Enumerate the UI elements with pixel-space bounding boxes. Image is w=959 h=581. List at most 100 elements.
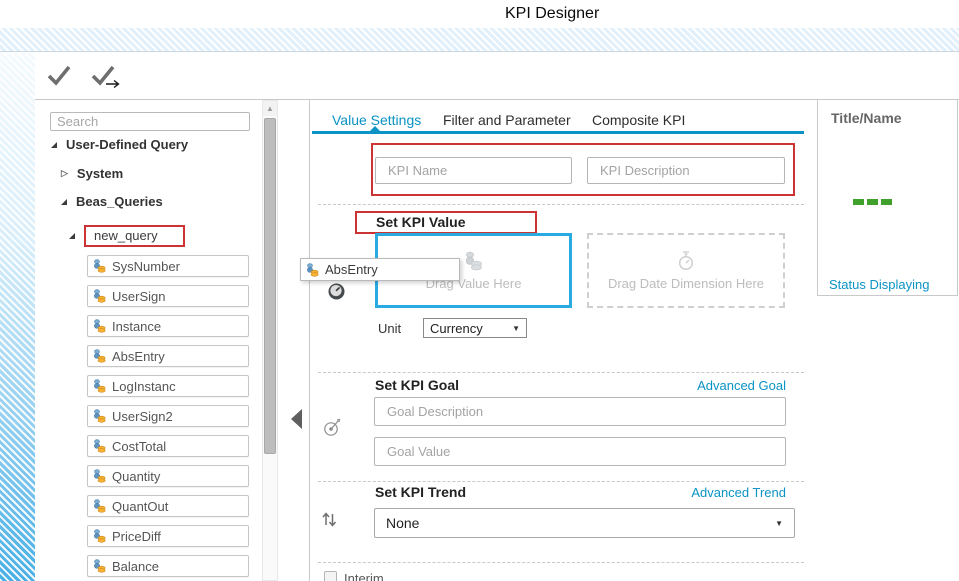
tree-node-label: User-Defined Query xyxy=(66,137,188,152)
status-displaying-link[interactable]: Status Displaying xyxy=(829,277,929,292)
field-item[interactable]: CostTotal xyxy=(87,435,249,457)
field-item[interactable]: AbsEntry xyxy=(87,345,249,367)
goal-value-input[interactable] xyxy=(374,437,786,466)
advanced-goal-link[interactable]: Advanced Goal xyxy=(697,378,786,393)
expanded-triangle-icon[interactable] xyxy=(51,142,57,148)
field-item[interactable]: SysNumber xyxy=(87,255,249,277)
field-label: QuantOut xyxy=(112,499,168,514)
new-query-highlight-box[interactable]: new_query xyxy=(84,225,185,247)
decorative-left-rail xyxy=(0,53,35,581)
target-icon xyxy=(322,417,342,437)
search-input[interactable] xyxy=(50,112,250,131)
field-label: UserSign2 xyxy=(112,409,173,424)
expanded-triangle-icon[interactable] xyxy=(61,199,67,205)
chevron-down-icon: ▼ xyxy=(512,324,520,333)
collapsed-triangle-icon[interactable]: ▷ xyxy=(61,169,68,178)
kpi-description-input[interactable] xyxy=(587,157,785,184)
dragged-field-absentry[interactable]: AbsEntry xyxy=(300,258,460,281)
tab-filter-and-parameter[interactable]: Filter and Parameter xyxy=(443,112,571,128)
checkmark-arrow-icon xyxy=(89,62,123,89)
unit-label: Unit xyxy=(378,321,401,336)
sidebar-scrollbar[interactable]: ▲ xyxy=(262,100,278,581)
field-label: Balance xyxy=(112,559,159,574)
advanced-trend-link[interactable]: Advanced Trend xyxy=(691,485,786,500)
preview-placeholder-dashes xyxy=(853,199,892,205)
field-label: UserSign xyxy=(112,289,165,304)
goal-description-input[interactable] xyxy=(374,397,786,426)
kpi-designer-window: KPI Designer User-Defined Query ▷ xyxy=(0,0,959,581)
toolbar xyxy=(35,53,959,100)
green-dash xyxy=(853,199,864,205)
field-item[interactable]: Balance xyxy=(87,555,249,577)
scroll-up-arrow-icon[interactable]: ▲ xyxy=(263,101,277,116)
measure-icon xyxy=(92,349,107,363)
decorative-stripe-band xyxy=(0,28,959,52)
field-item[interactable]: PriceDiff xyxy=(87,525,249,547)
set-kpi-value-heading: Set KPI Value xyxy=(357,213,535,232)
field-label: PriceDiff xyxy=(112,529,161,544)
field-label: Quantity xyxy=(112,469,160,484)
field-item[interactable]: UserSign xyxy=(87,285,249,307)
trend-select[interactable]: None ▼ xyxy=(374,508,795,538)
field-label: LogInstanc xyxy=(112,379,176,394)
active-tab-underline xyxy=(312,131,804,134)
measure-icon xyxy=(92,409,107,423)
field-item[interactable]: LogInstanc xyxy=(87,375,249,397)
kpi-name-input[interactable] xyxy=(375,157,572,184)
expanded-triangle-icon[interactable] xyxy=(69,233,75,239)
tree-node-beas-queries[interactable]: Beas_Queries xyxy=(61,194,163,209)
measure-icon xyxy=(92,439,107,453)
kpi-preview-panel: Title/Name Status Displaying xyxy=(817,99,958,296)
field-item[interactable]: UserSign2 xyxy=(87,405,249,427)
field-item[interactable]: Instance xyxy=(87,315,249,337)
green-dash xyxy=(881,199,892,205)
confirm-button[interactable] xyxy=(45,62,79,90)
drag-date-dropzone[interactable]: Drag Date Dimension Here xyxy=(587,233,785,308)
tree-node-new-query[interactable]: new_query xyxy=(69,225,185,247)
measure-icon xyxy=(92,499,107,513)
gauge-icon xyxy=(328,283,345,300)
chevron-down-icon: ▼ xyxy=(775,519,783,528)
section-divider xyxy=(318,562,804,563)
page-title: KPI Designer xyxy=(505,5,599,23)
title-bar: KPI Designer xyxy=(0,0,959,28)
set-kpi-goal-heading: Set KPI Goal xyxy=(375,377,459,393)
tab-composite-kpi[interactable]: Composite KPI xyxy=(592,112,685,128)
field-label: Instance xyxy=(112,319,161,334)
set-kpi-value-highlight-box: Set KPI Value xyxy=(355,211,537,234)
query-tree-panel: User-Defined Query ▷ System Beas_Queries… xyxy=(35,100,310,581)
tree-node-label: Beas_Queries xyxy=(76,194,163,209)
field-label: SysNumber xyxy=(112,259,180,274)
trend-selected-value: None xyxy=(386,515,419,531)
stopwatch-icon xyxy=(676,250,696,271)
preview-title-name-heading: Title/Name xyxy=(831,110,902,126)
tree-node-label: System xyxy=(77,166,123,181)
confirm-and-continue-button[interactable] xyxy=(89,62,123,90)
scrollbar-thumb[interactable] xyxy=(264,118,276,454)
unit-select[interactable]: Currency ▼ xyxy=(423,318,527,338)
unit-selected-value: Currency xyxy=(430,321,483,336)
interim-checkbox[interactable] xyxy=(324,571,337,581)
tree-node-user-defined-query[interactable]: User-Defined Query xyxy=(51,137,188,152)
panel-collapse-arrow-icon[interactable] xyxy=(291,409,302,429)
measure-icon xyxy=(305,263,320,277)
active-tab-notch xyxy=(370,126,380,131)
section-divider xyxy=(318,481,804,482)
measure-icon xyxy=(92,259,107,273)
field-item[interactable]: Quantity xyxy=(87,465,249,487)
checkmark-icon xyxy=(45,62,73,88)
trend-arrows-icon xyxy=(320,507,339,528)
measure-icon xyxy=(92,469,107,483)
set-kpi-trend-heading: Set KPI Trend xyxy=(375,484,466,500)
section-divider xyxy=(318,372,804,373)
section-divider xyxy=(318,204,804,205)
green-dash xyxy=(867,199,878,205)
measure-icon xyxy=(92,379,107,393)
tree-node-system[interactable]: ▷ System xyxy=(61,166,123,181)
interim-label: Interim xyxy=(344,571,384,581)
field-label: CostTotal xyxy=(112,439,166,454)
query-field-list: SysNumber UserSign xyxy=(87,255,251,581)
dragged-field-label: AbsEntry xyxy=(325,262,378,277)
measure-icon xyxy=(92,289,107,303)
field-item[interactable]: QuantOut xyxy=(87,495,249,517)
